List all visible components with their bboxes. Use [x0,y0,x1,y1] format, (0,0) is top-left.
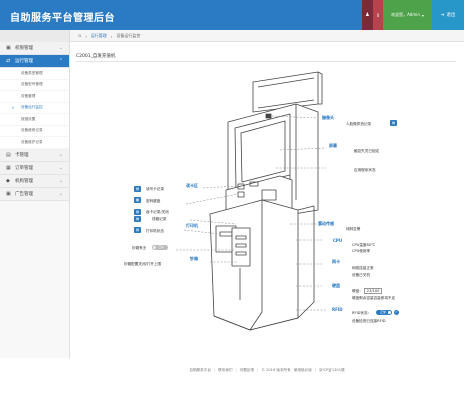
camera-icon[interactable]: ▤ [390,120,397,126]
pin-pad-icon[interactable]: ▦ [134,197,141,203]
footer-link-feedback[interactable]: 问题反馈 [240,368,254,373]
disk-usage: 硬盘： 23/100 [352,288,383,294]
label-print-ok: 打印机状态 [146,229,164,233]
category-printer: 打印机 [186,223,198,228]
category-disk: 硬盘 [332,283,340,288]
label-rfid-note: 设备检测已连接RFID [352,319,386,323]
category-screen: 屏幕 [329,143,337,148]
category-rfid: RFID [332,307,343,312]
footer-link-contact[interactable]: 联系我们 [218,368,232,373]
category-vibration: 震动传感 [318,221,334,226]
kiosk-illustration [176,71,327,331]
check-icon: ✓ [394,310,399,315]
category-cpu: CPU [333,238,343,243]
label-cash-switch: 钞箱配置关闭/打开上限 [124,262,162,266]
label-vibration-alert: 倾斜告警 [346,227,361,231]
cash-toggle[interactable]: 已关 [152,245,168,250]
label-card-log: 读写卡记录 [146,187,164,191]
card-swallow-icon[interactable]: ▤ [134,209,141,215]
label-face-record: 人脸像抓拍记录 [346,122,372,126]
label-cash-in: 钞箱有无 [132,246,147,250]
category-card-reader: 读卡区 [186,183,198,188]
disk-value: 23/100 [363,288,383,294]
label-app-state: 应用程序状态 [354,168,376,172]
label-cpu-usage: CPU使用率 [352,249,371,253]
footer: 自助服务平台 | 联系我们 | 问题反馈 | © 2016 版本所有 使用前必读… [189,367,345,373]
category-camera: 摄像头 [322,115,334,120]
footer-copyright: © 2016 版本所有 [261,367,291,372]
label-cpu-temp: CPU温度80℃ [352,243,376,247]
label-disk-note: 硬盘剩余容量容量即将不足 [352,296,396,300]
label-rfid-status: RFID状态： [352,311,372,315]
label-touch: 触控失灵已锁定 [354,149,380,153]
category-cash: 钞箱 [190,256,198,261]
footer-link-home[interactable]: 自助服务平台 [189,368,211,373]
printer-icon[interactable]: ▤ [134,227,141,233]
category-network: 网卡 [332,259,340,264]
card-log-icon[interactable]: ▤ [134,186,141,192]
cash-record-icon[interactable]: ▤ [134,216,141,222]
footer-link-terms[interactable]: 使用前必读 [294,368,312,373]
footer-icp: 京ICP证1301號 [318,367,345,372]
rfid-toggle[interactable]: 正常 [376,310,392,315]
label-net-shutdown: 设备已关机 [352,273,370,277]
label-pin-pad: 密码键盘 [146,199,161,203]
label-cash-record: 钱箱记录 [152,217,167,221]
label-card-swallow: 吞卡记录/关闭 [146,210,169,214]
label-net-status: 网络连接正常 [352,266,374,270]
